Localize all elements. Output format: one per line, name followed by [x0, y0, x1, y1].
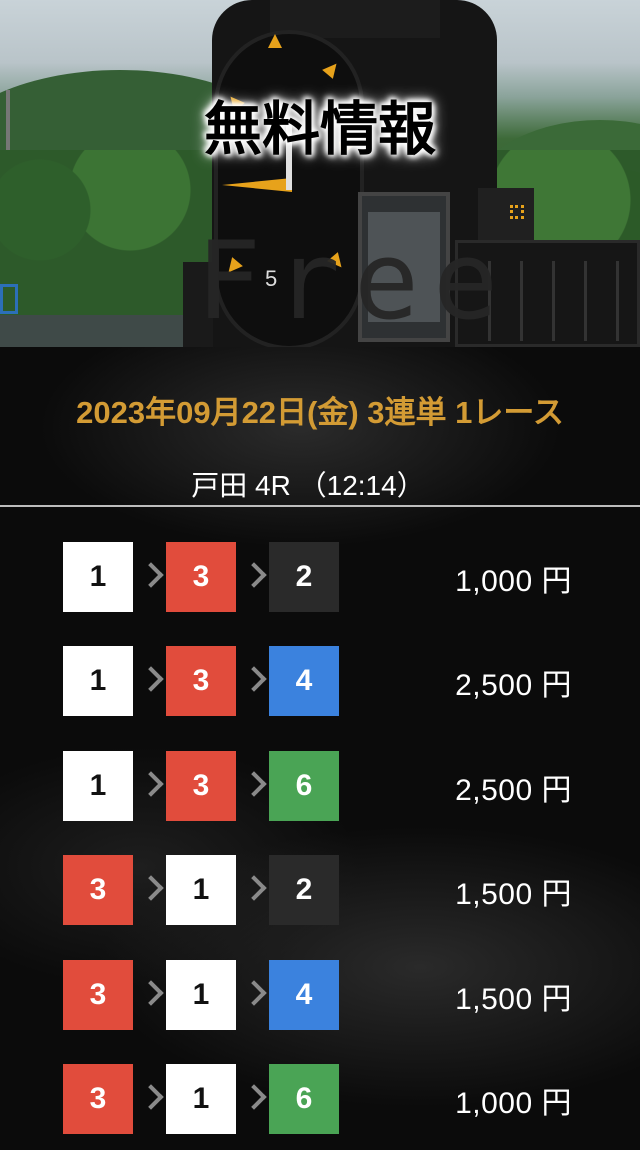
chevron-right-icon — [140, 666, 162, 696]
chevron-right-icon — [140, 875, 162, 905]
bet-row: 1 3 6 2,500 円 — [0, 751, 640, 821]
chevron-right-icon — [140, 771, 162, 801]
chevron-right-icon — [243, 771, 265, 801]
chevron-right-icon — [140, 1084, 162, 1114]
chevron-right-icon — [243, 562, 265, 592]
chevron-right-icon — [243, 1084, 265, 1114]
free-watermark: Free — [196, 219, 513, 344]
boat-chip-third: 2 — [269, 542, 339, 612]
bet-row: 1 3 2 1,000 円 — [0, 542, 640, 612]
boat-chip-third: 6 — [269, 751, 339, 821]
blue-post — [0, 284, 18, 314]
boat-chip-first: 3 — [63, 960, 133, 1030]
divider — [0, 505, 640, 507]
boat-chip-first: 1 — [63, 542, 133, 612]
prediction-section: 2023年09月22日(金) 3連単 1レース 戸田 4R （12:14） 1 … — [0, 347, 640, 1150]
boat-chip-third: 4 — [269, 960, 339, 1030]
boat-chip-first: 1 — [63, 646, 133, 716]
bet-amount: 1,500 円 — [455, 983, 572, 1016]
chevron-right-icon — [140, 562, 162, 592]
race-date-line: 2023年09月22日(金) 3連単 1レース — [76, 395, 564, 430]
chevron-right-icon — [243, 875, 265, 905]
boat-chip-second: 1 — [166, 960, 236, 1030]
boat-chip-third: 6 — [269, 1064, 339, 1134]
signal-lights — [510, 205, 524, 219]
boat-chip-second: 3 — [166, 542, 236, 612]
chevron-right-icon — [243, 666, 265, 696]
bet-row: 3 1 4 1,500 円 — [0, 960, 640, 1030]
boat-chip-first: 1 — [63, 751, 133, 821]
chevron-right-icon — [243, 980, 265, 1010]
bet-amount: 1,500 円 — [455, 878, 572, 911]
boat-chip-second: 3 — [166, 646, 236, 716]
bet-row: 1 3 4 2,500 円 — [0, 646, 640, 716]
chevron-right-icon — [140, 980, 162, 1010]
bet-amount: 1,000 円 — [455, 565, 572, 598]
clock-tick — [268, 34, 282, 48]
page-title: 無料情報 — [203, 95, 436, 163]
boat-chip-second: 3 — [166, 751, 236, 821]
bet-amount: 2,500 円 — [455, 669, 572, 702]
boat-chip-third: 2 — [269, 855, 339, 925]
bet-row: 3 1 2 1,500 円 — [0, 855, 640, 925]
bet-amount: 1,000 円 — [455, 1087, 572, 1120]
boat-chip-second: 1 — [166, 1064, 236, 1134]
boat-chip-first: 3 — [63, 855, 133, 925]
boat-chip-second: 1 — [166, 855, 236, 925]
hero-banner: 5 Free 無料情報 — [0, 0, 640, 347]
boat-chip-first: 3 — [63, 1064, 133, 1134]
race-venue-line: 戸田 4R （12:14） — [191, 470, 425, 501]
boat-chip-third: 4 — [269, 646, 339, 716]
bet-row: 3 1 6 1,000 円 — [0, 1064, 640, 1134]
bet-amount: 2,500 円 — [455, 774, 572, 807]
